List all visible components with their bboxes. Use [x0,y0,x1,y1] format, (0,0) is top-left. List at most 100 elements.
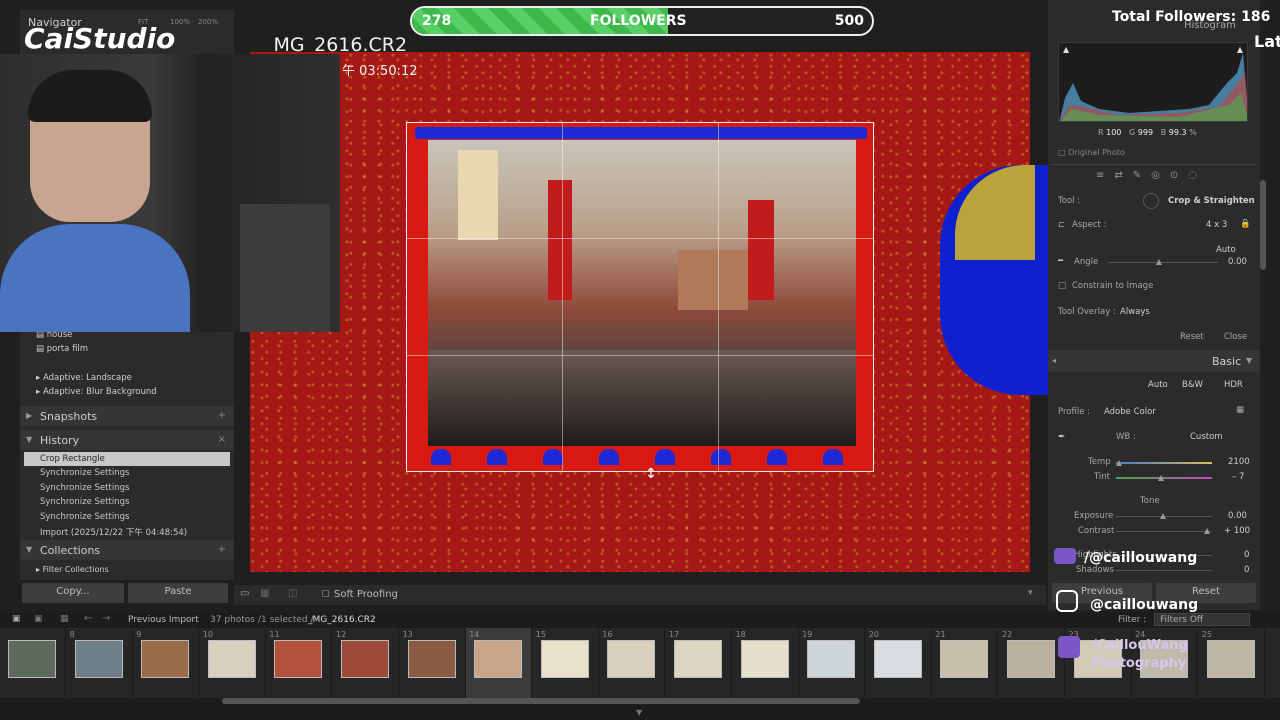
add-snapshot-icon[interactable]: + [218,410,226,421]
filmstrip-thumbnail[interactable]: 17 [666,628,732,698]
thumbnail-image [540,640,589,678]
wb-eyedropper-icon[interactable]: ✒ [1058,432,1065,442]
filmstrip-thumbnail[interactable]: 13 [400,628,466,698]
history-header[interactable]: ▼ History × [20,430,234,450]
filmstrip-thumbnail[interactable]: 9 [133,628,200,698]
filmstrip-thumbnail[interactable]: 22 [999,628,1065,698]
filmstrip-thumbnail[interactable]: 20 [866,628,932,698]
angle-slider[interactable] [1108,262,1218,263]
thumbnail-number: 22 [1002,630,1013,639]
straighten-icon[interactable]: ━ [1058,256,1063,266]
bw-button[interactable]: B&W [1182,380,1203,390]
highlight-clipping-icon[interactable]: ▲ [1237,45,1243,54]
contrast-slider-knob[interactable] [1204,528,1210,534]
angle-slider-knob[interactable] [1156,259,1162,265]
temp-slider[interactable] [1116,462,1212,464]
preset-item-adaptive-landscape[interactable]: ▸ Adaptive: Landscape [36,373,132,383]
history-item[interactable]: Synchronize Settings [24,495,230,509]
photo-count: 37 photos [210,615,255,625]
filmstrip-thumbnail[interactable]: 16 [599,628,666,698]
aspect-icon: ⊏ [1058,220,1066,230]
monitor-2-icon[interactable]: ▣ [34,614,43,624]
filter-collections[interactable]: ▸ Filter Collections [36,565,109,574]
copy-button[interactable]: Copy... [22,583,124,603]
exposure-slider-knob[interactable] [1160,513,1166,519]
thumbnail-image [207,640,256,678]
crop-close-button[interactable]: Close [1224,332,1247,342]
nav-zoom-200[interactable]: 200% [198,18,218,26]
source-label[interactable]: Previous Import [128,615,199,625]
collapse-filmstrip-icon[interactable]: ▼ [636,708,642,717]
history-item[interactable]: Synchronize Settings [24,510,230,524]
panel-switch-icon[interactable]: ◂ [1052,356,1056,365]
basic-header[interactable]: ◂ Basic ▼ [1048,350,1260,372]
filmstrip-thumbnail[interactable]: 21 [932,628,999,698]
filmstrip-thumbnail[interactable]: 8 [67,628,133,698]
history-item[interactable]: Synchronize Settings [24,466,230,480]
thumbnail-number: 16 [602,630,613,639]
back-arrow-icon[interactable]: ← [84,613,92,624]
filmstrip-thumbnail[interactable]: 10 [200,628,266,698]
filmstrip-thumbnail[interactable] [0,628,66,698]
shadows-slider[interactable] [1116,570,1212,571]
filmstrip-thumbnail[interactable]: 15 [533,628,599,698]
thumbnail-number: 14 [469,630,480,639]
preset-item-adaptive-blur[interactable]: ▸ Adaptive: Blur Background [36,387,157,397]
thumbnail-number: 9 [136,630,142,639]
forward-arrow-icon[interactable]: → [102,613,110,624]
wb-value[interactable]: Custom [1190,432,1223,442]
filmstrip-thumbnail[interactable]: 14 [466,628,533,698]
snapshots-header[interactable]: ▶ Snapshots + [20,406,234,426]
disclosure-icon: ▸ [36,387,43,397]
tint-slider-knob[interactable] [1158,475,1164,481]
tint-slider[interactable] [1116,477,1212,479]
temp-slider-knob[interactable] [1116,460,1122,466]
original-photo-toggle[interactable]: □ Original Photo [1058,148,1125,157]
lock-icon[interactable]: 🔒 [1240,219,1251,229]
monitor-1-icon[interactable]: ▣ [12,614,21,624]
crop-tool-icon[interactable] [1143,193,1159,209]
basic-auto-button[interactable]: Auto [1148,380,1168,390]
follower-current: 278 [422,13,452,29]
clear-history-icon[interactable]: × [218,434,226,445]
history-item[interactable]: Synchronize Settings [24,481,230,495]
paste-button[interactable]: Paste [128,583,228,603]
compare-view-icon[interactable]: ◫ [288,588,297,599]
filmstrip-thumbnail[interactable]: 11 [266,628,333,698]
tool-strip[interactable]: ≡⇄✎◎⊙◌ [1096,170,1207,181]
aspect-label: Aspect : [1072,220,1107,230]
divider [1052,164,1256,165]
constrain-checkbox[interactable]: □ [1058,281,1066,291]
loupe-view-icon[interactable]: ▭ [240,588,249,599]
filmstrip-thumbnail[interactable]: 25 [1199,628,1265,698]
grid-view-icon[interactable]: ▦ [260,588,269,599]
histogram-graph [1059,53,1247,121]
right-panel-scrollbar[interactable] [1260,180,1266,270]
profile-value[interactable]: Adobe Color [1104,407,1156,417]
grid-icon[interactable]: ▦ [60,614,69,624]
soft-proofing-checkbox[interactable] [322,590,329,597]
angle-auto-button[interactable]: Auto [1216,245,1236,255]
shadows-value: 0 [1244,565,1250,575]
filmstrip-thumbnail[interactable]: 18 [733,628,799,698]
follower-goal: 500 [834,13,864,29]
toolbar-menu-icon[interactable]: ▾ [1028,588,1033,598]
filmstrip-thumbnail[interactable]: 19 [799,628,866,698]
filmstrip-scrollbar[interactable] [222,698,860,704]
thumbnail-image [807,640,856,678]
profile-browser-icon[interactable]: ▦ [1236,405,1244,415]
expand-triangle-icon: ▼ [26,545,33,554]
hdr-button[interactable]: HDR [1224,380,1243,390]
contrast-slider[interactable] [1116,531,1212,532]
history-item[interactable]: Crop Rectangle [24,452,230,466]
filmstrip-thumbnail[interactable]: 12 [333,628,399,698]
preset-item-porta-film[interactable]: ▤ porta film [36,344,88,354]
add-collection-icon[interactable]: + [218,544,226,555]
tool-overlay-value[interactable]: Always [1120,307,1150,317]
collections-header[interactable]: ▼ Collections + [20,540,234,560]
aspect-value[interactable]: 4 x 3 [1206,220,1227,230]
crop-reset-button[interactable]: Reset [1180,332,1204,342]
history-item[interactable]: Import (2025/12/22 下午 04:48:54) [24,524,230,538]
wb-label: WB : [1116,432,1136,442]
shadow-clipping-icon[interactable]: ▲ [1063,45,1069,54]
